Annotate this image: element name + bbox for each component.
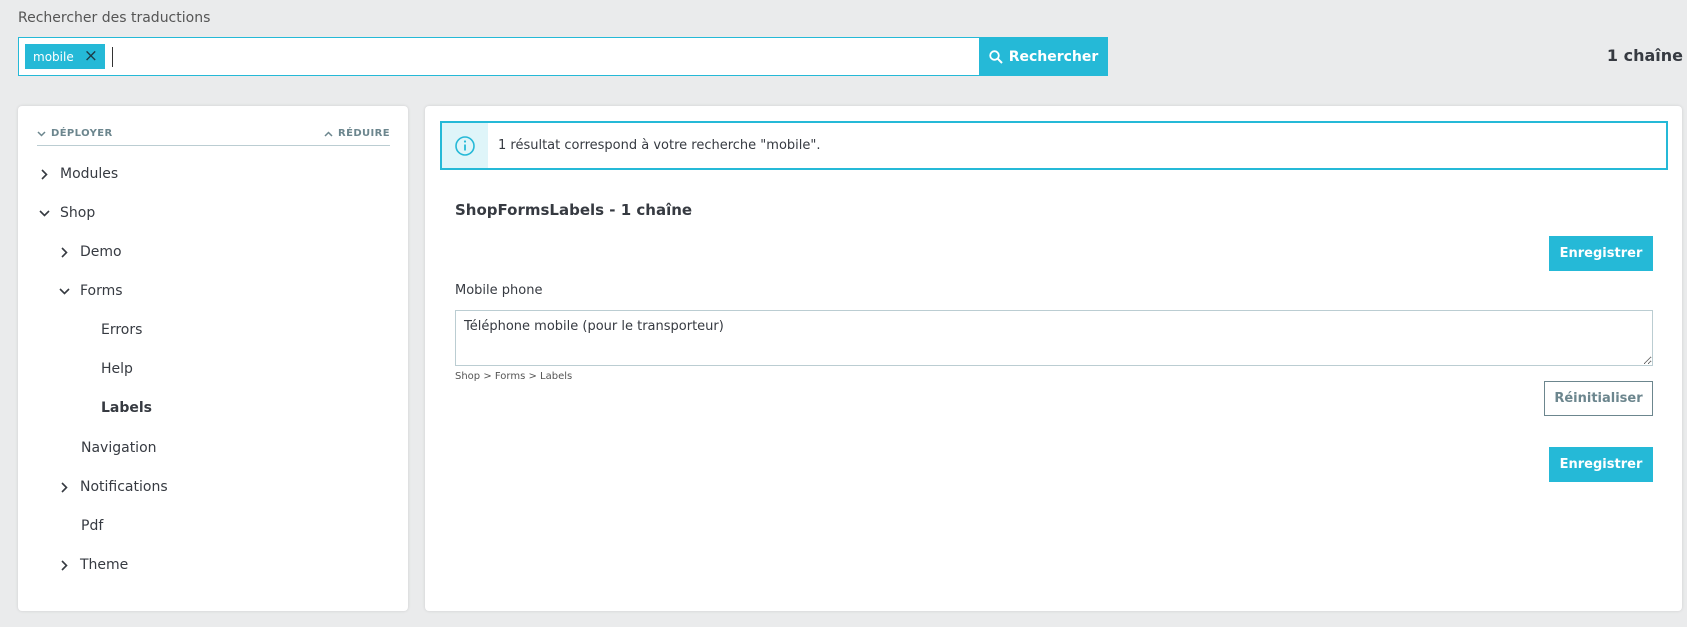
text-caret xyxy=(111,46,113,67)
search-tag-label: mobile xyxy=(33,49,74,64)
breadcrumb: Shop > Forms > Labels xyxy=(455,371,573,382)
search-title: Rechercher des traductions xyxy=(18,10,211,26)
chevron-right-icon xyxy=(58,559,70,571)
expand-all-label: DÉPLOYER xyxy=(51,128,113,139)
chevron-down-icon xyxy=(37,130,46,137)
tree-item-errors[interactable]: Errors xyxy=(101,322,142,338)
tree-item-forms[interactable]: Forms xyxy=(58,283,123,299)
chevron-right-icon xyxy=(58,246,70,258)
close-icon[interactable]: × xyxy=(84,48,98,65)
alert-message: 1 résultat correspond à votre recherche … xyxy=(498,138,821,153)
tree-item-label: Shop xyxy=(60,205,96,221)
chevron-down-icon xyxy=(38,209,50,217)
save-button-top[interactable]: Enregistrer xyxy=(1549,236,1653,271)
chevron-down-icon xyxy=(58,287,70,295)
chevron-right-icon xyxy=(38,168,50,180)
info-alert: 1 résultat correspond à votre recherche … xyxy=(440,121,1668,170)
tree-item-label: Pdf xyxy=(81,518,104,534)
tree-item-help[interactable]: Help xyxy=(101,361,133,377)
collapse-all-label: RÉDUIRE xyxy=(337,128,390,139)
reset-button[interactable]: Réinitialiser xyxy=(1544,381,1653,416)
save-button-bottom[interactable]: Enregistrer xyxy=(1549,447,1653,482)
tree-item-label: Theme xyxy=(80,557,129,573)
tree-item-pdf[interactable]: Pdf xyxy=(81,518,103,534)
search-bar: mobile × Rechercher xyxy=(18,37,1108,76)
tree-item-label: Navigation xyxy=(81,440,157,456)
tree-item-label: Errors xyxy=(101,322,143,338)
tree-item-label: Modules xyxy=(60,166,119,182)
translation-tree-panel: DÉPLOYER RÉDUIRE Modules Shop Demo Forms… xyxy=(18,106,408,611)
tree-item-label: Labels xyxy=(101,400,153,416)
results-panel: 1 résultat correspond à votre recherche … xyxy=(425,106,1682,611)
search-tag: mobile × xyxy=(25,44,105,69)
search-button[interactable]: Rechercher xyxy=(979,37,1108,76)
tree-item-navigation[interactable]: Navigation xyxy=(81,440,157,456)
info-icon xyxy=(442,123,488,168)
tree-item-label: Help xyxy=(101,361,133,377)
collapse-all-button[interactable]: RÉDUIRE xyxy=(324,128,390,139)
search-input[interactable]: mobile × xyxy=(18,37,979,76)
expand-all-button[interactable]: DÉPLOYER xyxy=(37,128,113,139)
tree-item-modules[interactable]: Modules xyxy=(38,166,118,182)
tree-item-label: Demo xyxy=(80,244,122,260)
tree-item-notifications[interactable]: Notifications xyxy=(58,479,168,495)
chevron-right-icon xyxy=(58,481,70,493)
tree-item-theme[interactable]: Theme xyxy=(58,557,128,573)
chevron-up-icon xyxy=(324,130,333,137)
tree-item-label: Forms xyxy=(80,283,123,299)
tree-item-label: Notifications xyxy=(80,479,168,495)
domain-title: ShopFormsLabels - 1 chaîne xyxy=(455,201,693,219)
tree-item-demo[interactable]: Demo xyxy=(58,244,122,260)
tree-header: DÉPLOYER RÉDUIRE xyxy=(37,128,390,146)
tree-item-labels[interactable]: Labels xyxy=(101,400,152,416)
results-count: 1 chaîne xyxy=(1606,46,1683,65)
tree-item-shop[interactable]: Shop xyxy=(38,205,95,221)
search-button-label: Rechercher xyxy=(1008,48,1099,65)
search-icon xyxy=(988,49,1003,64)
source-string: Mobile phone xyxy=(455,283,543,298)
translation-textarea[interactable]: Téléphone mobile (pour le transporteur) xyxy=(455,310,1653,366)
